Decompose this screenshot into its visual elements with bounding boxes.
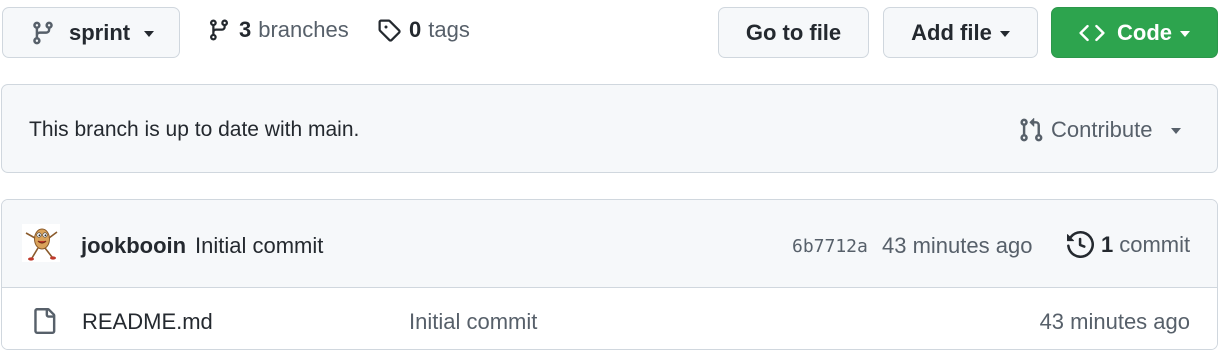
contribute-dropdown[interactable]: Contribute <box>1018 117 1181 143</box>
contribute-label: Contribute <box>1051 117 1153 142</box>
chevron-down-icon <box>1180 30 1190 37</box>
list-item: README.md Initial commit 43 minutes ago <box>2 288 1217 349</box>
branch-select-button[interactable]: sprint <box>2 7 180 58</box>
branches-count: 3 <box>239 17 252 42</box>
commit-history-link[interactable]: 1 commit <box>1067 231 1190 258</box>
branch-status-text: This branch is up to date with main. <box>29 118 360 141</box>
branch-name: sprint <box>69 19 131 45</box>
commit-author[interactable]: jookbooin <box>81 233 186 259</box>
add-file-label: Add file <box>911 19 992 45</box>
tags-label: tags <box>428 17 470 42</box>
latest-commit-row: jookbooin Initial commit 6b7712a 43 minu… <box>2 200 1217 288</box>
code-label: Code <box>1117 19 1172 45</box>
tags-link[interactable]: 0 tags <box>377 17 470 43</box>
git-pull-request-icon <box>1020 117 1043 142</box>
file-commit-time: 43 minutes ago <box>1039 309 1190 334</box>
code-button[interactable]: Code <box>1051 7 1218 58</box>
commit-message[interactable]: Initial commit <box>195 233 323 259</box>
file-commit-message[interactable]: Initial commit <box>409 309 537 335</box>
branches-link[interactable]: 3 branches <box>207 17 349 43</box>
git-branch-icon <box>209 19 228 41</box>
git-branch-icon <box>33 21 53 44</box>
chevron-down-icon <box>144 30 155 37</box>
tags-count: 0 <box>409 17 422 42</box>
avatar[interactable] <box>22 224 60 262</box>
commit-count: 1 <box>1101 231 1114 257</box>
chevron-down-icon <box>1170 128 1181 134</box>
code-icon <box>1079 24 1105 41</box>
commit-sha[interactable]: 6b7712a <box>792 236 868 257</box>
branch-status-banner: This branch is up to date with main. Con… <box>1 84 1218 173</box>
go-to-file-button[interactable]: Go to file <box>718 7 869 58</box>
tag-icon <box>378 19 401 42</box>
go-to-file-label: Go to file <box>745 19 842 45</box>
chevron-down-icon <box>999 30 1010 37</box>
commit-time[interactable]: 43 minutes ago <box>882 233 1032 259</box>
add-file-button[interactable]: Add file <box>883 7 1038 58</box>
commit-count-label: commit <box>1119 231 1191 257</box>
file-name[interactable]: README.md <box>82 309 213 335</box>
history-icon <box>1067 231 1094 258</box>
branches-label: branches <box>258 17 349 42</box>
repo-file-browser: sprint 3 branches 0 tags Go to file Add … <box>0 0 1222 352</box>
file-icon <box>34 308 56 334</box>
file-list: jookbooin Initial commit 6b7712a 43 minu… <box>1 199 1218 350</box>
